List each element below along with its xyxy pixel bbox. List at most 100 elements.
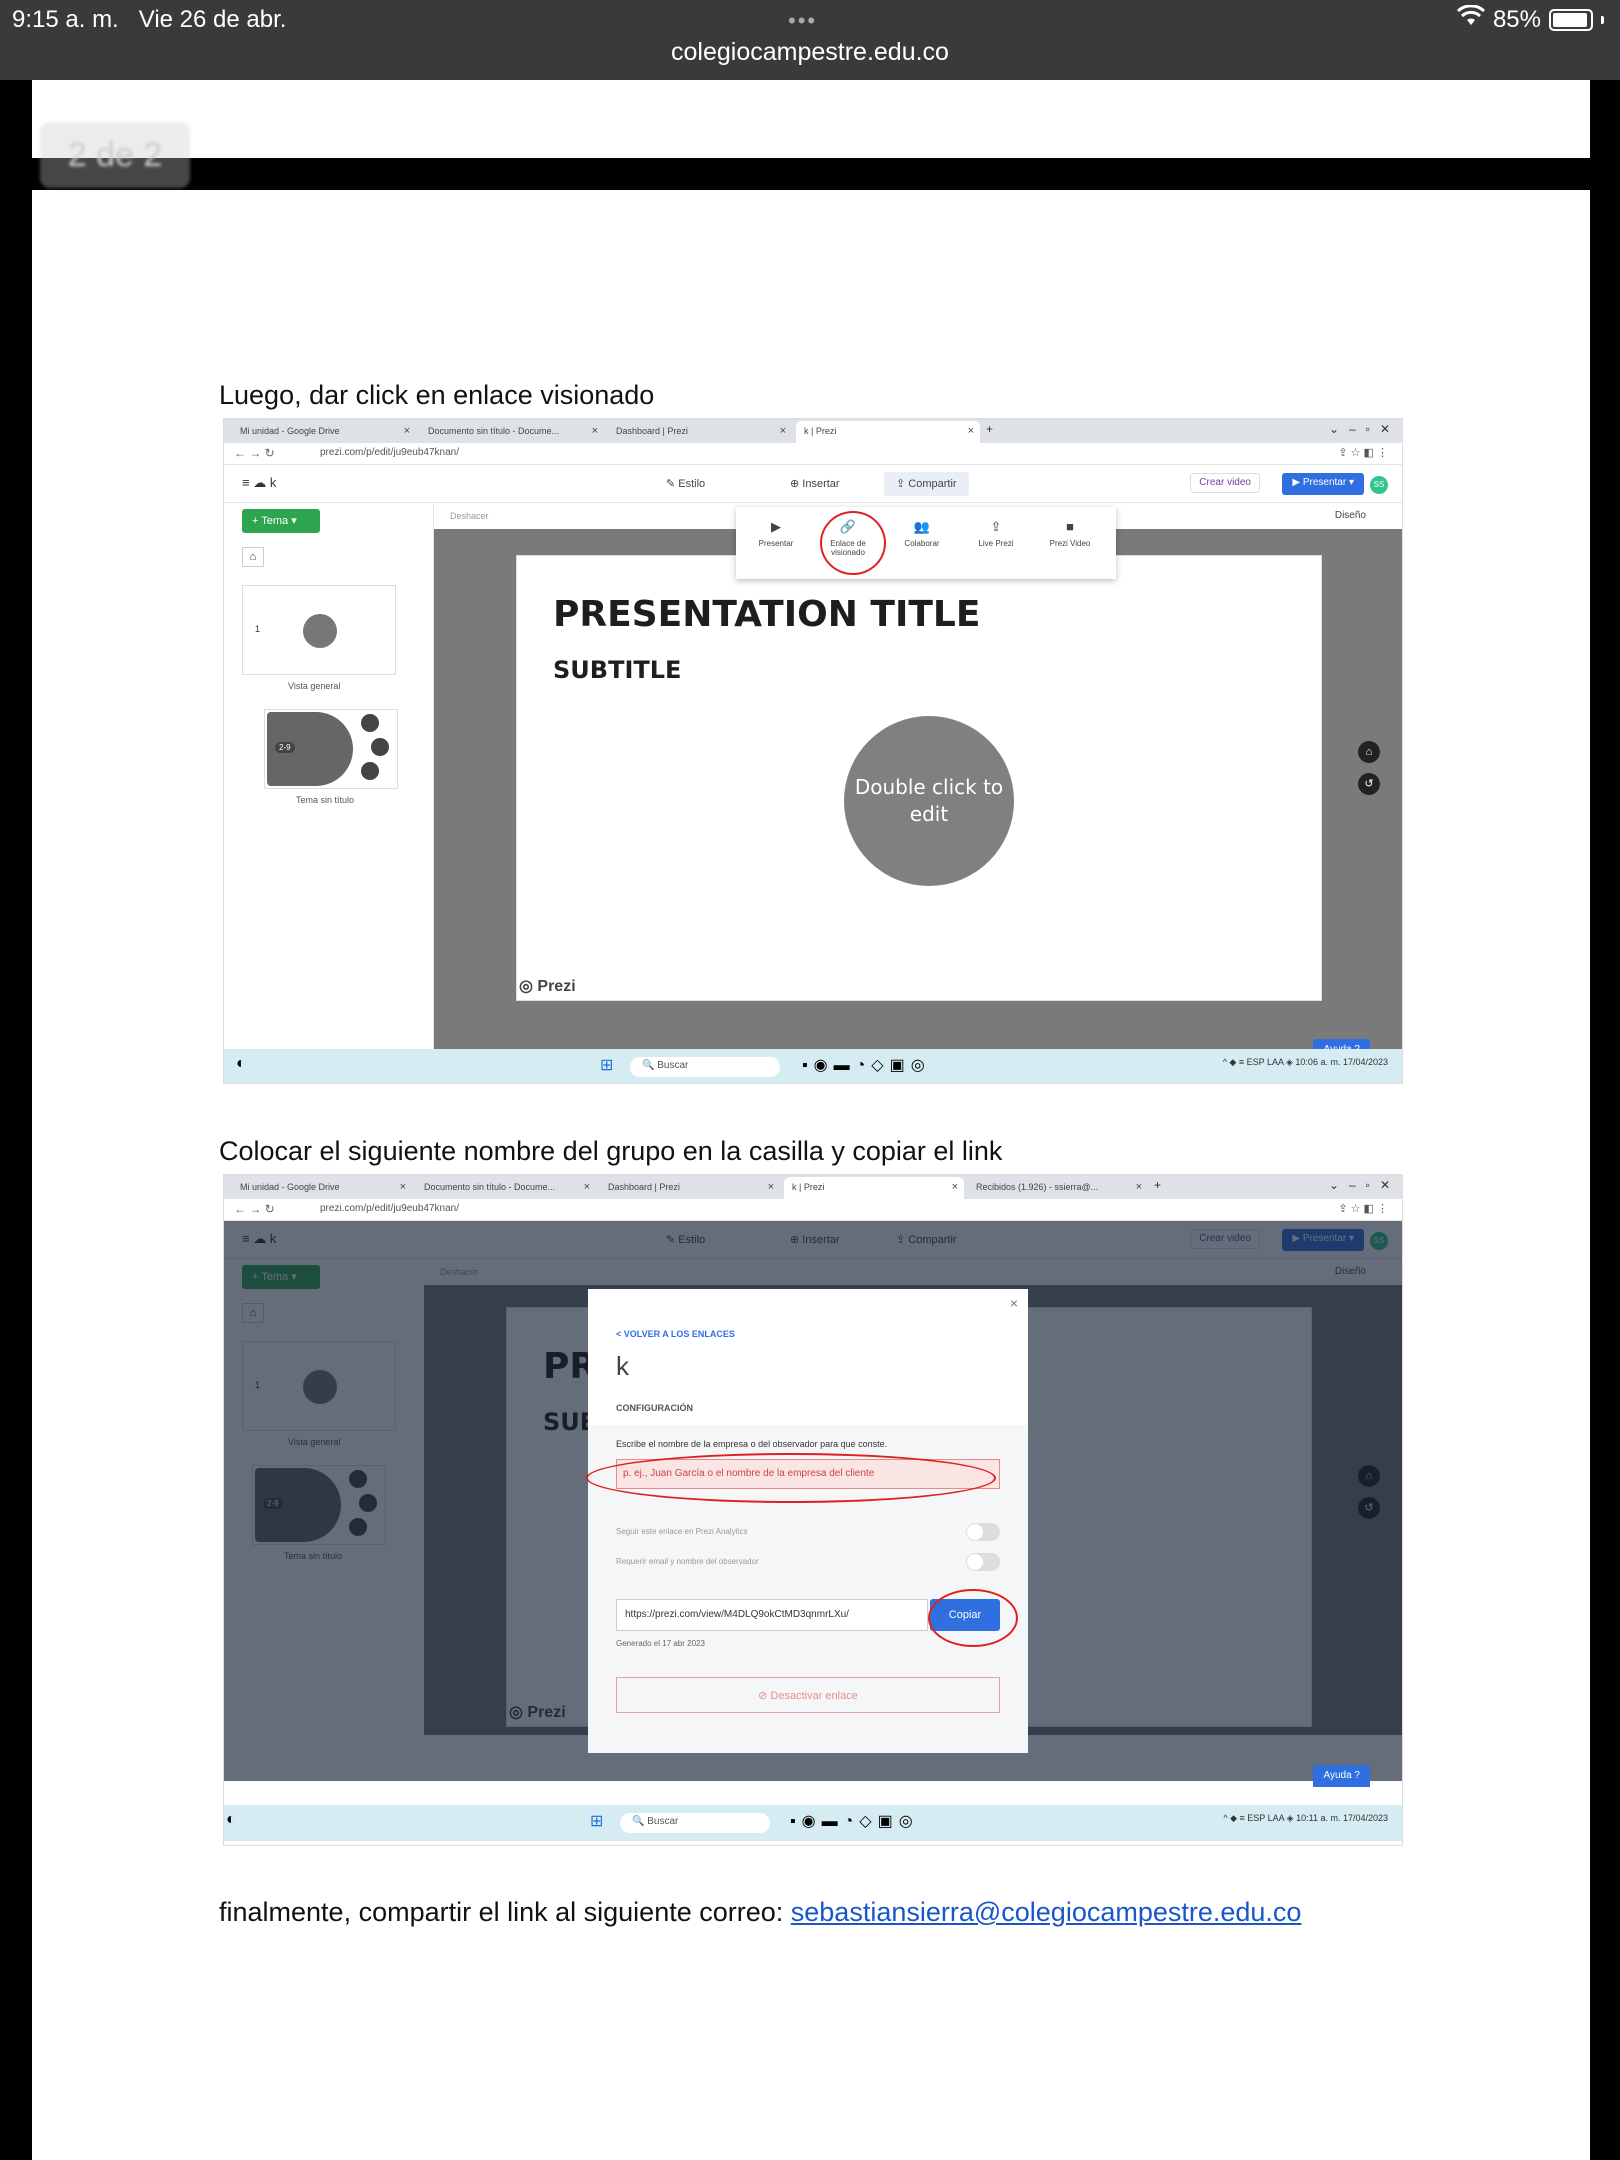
compartir-button: ⇪ Compartir	[884, 472, 969, 496]
taskbar-search: 🔍 Buscar	[620, 1813, 770, 1833]
status-right: 85%	[1456, 4, 1604, 34]
crear-video-button: Crear video	[1190, 473, 1260, 493]
address-text: prezi.com/p/edit/ju9eub47knan/	[320, 447, 459, 458]
window-controls-icon: ⌄ – ▫ ✕	[1328, 422, 1390, 436]
slide-subtitle: SUBTITLE	[553, 656, 682, 684]
tema-button: + Tema ▾	[242, 509, 320, 533]
diseno-button: Diseño	[1334, 510, 1366, 521]
ios-status-bar: 9:15 a. m. Vie 26 de abr. ••• 85% colegi…	[0, 0, 1620, 80]
analytics-toggle	[966, 1523, 1000, 1541]
presentar-button: ▶ Presentar ▾	[1282, 473, 1364, 495]
share-colaborar: 👥 Colaborar	[892, 519, 952, 548]
highlight-circle	[928, 1589, 1018, 1647]
play-icon: ▶	[771, 519, 781, 534]
window-controls-icon: ⌄ – ▫ ✕	[1328, 1178, 1390, 1192]
tab-k-prezi: k | Prezi ×	[784, 1177, 964, 1199]
thumbnail-overview: 1	[242, 585, 396, 675]
taskbar-apps-icon: ▪◉▬◔◇▣◎	[790, 1813, 919, 1830]
instruction-1: Luego, dar click en enlace visionado	[219, 380, 655, 410]
tab-dashboard: Dashboard | Prezi ×	[616, 425, 786, 437]
estilo-button: ✎ Estilo	[666, 478, 706, 490]
deactivate-link-button: ⊘ Desactivar enlace	[616, 1677, 1000, 1713]
slide-circle: Double click to edit	[844, 716, 1014, 886]
slide: PRESENTATION TITLE SUBTITLE Double click…	[516, 555, 1322, 1001]
share-presentar: ▶ Presentar	[746, 519, 806, 548]
nav-arrows-icon: ← → ↻	[234, 446, 275, 460]
tab-docs: Documento sin título - Docume... ×	[424, 1181, 590, 1193]
tab-drive: Mi unidad - Google Drive ×	[240, 1181, 406, 1193]
status-time: 9:15 a. m. Vie 26 de abr.	[12, 6, 287, 33]
video-icon: ■	[1066, 519, 1074, 534]
deshacer-button: Deshacer	[450, 511, 489, 521]
battery-percent: 85%	[1492, 5, 1541, 33]
field-label: Escribe el nombre de la empresa o del ob…	[616, 1439, 888, 1449]
modal-title: k	[616, 1351, 629, 1381]
new-tab-icon: +	[986, 422, 994, 436]
menu-icon: ≡ ☁ k	[242, 475, 277, 490]
generated-date: Generado el 17 abr 2023	[616, 1639, 705, 1648]
new-tab-icon: +	[1154, 1178, 1162, 1192]
widgets-icon: ◐	[236, 1055, 252, 1072]
broadcast-icon: ⇪	[990, 519, 1002, 534]
prezi-logo: ◎ Prezi	[519, 978, 576, 995]
instruction-3: finalmente, compartir el link al siguien…	[219, 1897, 1302, 1927]
previous-page-bottom	[32, 80, 1590, 158]
option-analytics: Seguir este enlace en Prezi Analytics	[616, 1527, 748, 1536]
share-menu: ▶ Presentar 🔗 Enlace de visionado 👥 Colabor…	[736, 507, 1116, 579]
system-tray: ^ ◆ ≡ ESP LAA ◈ 10:06 a. m. 17/04/2023	[1222, 1057, 1388, 1067]
section-heading: CONFIGURACIÓN	[616, 1403, 693, 1413]
back-to-links-link: < VOLVER A LOS ENLACES	[616, 1329, 735, 1339]
tab-docs: Documento sin título - Docume... ×	[428, 425, 598, 437]
tab-drive: Mi unidad - Google Drive ×	[240, 425, 410, 437]
screenshot-prezi-share: Mi unidad - Google Drive × Documento sin …	[223, 418, 1403, 1084]
taskbar-search: 🔍 Buscar	[630, 1057, 780, 1077]
nav-arrows-icon: ← → ↻	[234, 1202, 275, 1216]
address-text: prezi.com/p/edit/ju9eub47knan/	[320, 1203, 459, 1214]
canvas-area: Deshacer Diseño PRESENTATION TITLE SUBTI…	[434, 503, 1402, 1061]
highlight-circle	[586, 1453, 996, 1503]
windows-taskbar: ◐ ⊞ 🔍 Buscar ▪◉▬◔◇▣◎ ^ ◆ ≡ ESP LAA ◈ 10:…	[224, 1049, 1402, 1083]
tab-dashboard: Dashboard | Prezi ×	[608, 1181, 774, 1193]
home-icon: ⌂	[242, 547, 264, 567]
people-icon: 👥	[913, 519, 931, 534]
insertar-button: ⊕ Insertar	[790, 478, 840, 490]
page-indicator: 2 de 2	[40, 122, 190, 188]
multitask-dots-icon[interactable]: •••	[788, 8, 817, 34]
require-email-toggle	[966, 1553, 1000, 1571]
option-require-email: Requerir email y nombre del observador	[616, 1557, 759, 1566]
windows-start-icon: ⊞	[590, 1813, 610, 1830]
browser-address-bar: ← → ↻ prezi.com/p/edit/ju9eub47knan/ ⇪ ☆…	[224, 1199, 1402, 1221]
wifi-icon	[1456, 4, 1485, 34]
browser-actions-icon: ⇪ ☆ ◧ ⋮	[1338, 1203, 1388, 1215]
prezi-toolbar: ≡ ☁ k ✎ Estilo ⊕ Insertar ⇪ Compartir Cr…	[224, 465, 1402, 503]
widgets-icon: ◐	[226, 1811, 242, 1828]
tab-k-prezi: k | Prezi ×	[796, 421, 980, 443]
browser-tabs: Mi unidad - Google Drive × Documento sin …	[224, 419, 1402, 443]
slides-sidebar: + Tema ▾ ⌂ 1 Vista general 2-9 Tema sin …	[224, 503, 434, 1061]
tab-gmail: Recibidos (1.926) - ssierra@... ×	[976, 1181, 1142, 1193]
thumbnail-topic: 2-9	[264, 709, 398, 789]
screenshot-prezi-link-config: Mi unidad - Google Drive × Documento sin …	[223, 1174, 1403, 1846]
link-config-modal: × < VOLVER A LOS ENLACES k CONFIGURACIÓN…	[588, 1289, 1028, 1753]
thumbnail-caption: Vista general	[288, 681, 341, 691]
email-link[interactable]: sebastiansierra@colegiocampestre.edu.co	[791, 1897, 1302, 1927]
share-prezi-video: ■ Prezi Video	[1040, 519, 1100, 548]
ayuda-button: Ayuda ?	[1313, 1765, 1370, 1787]
avatar: SS	[1370, 476, 1388, 494]
thumbnail-caption: Tema sin título	[296, 795, 355, 805]
browser-tabs: Mi unidad - Google Drive × Documento sin …	[224, 1175, 1402, 1199]
slide-title: PRESENTATION TITLE	[553, 594, 981, 635]
browser-actions-icon: ⇪ ☆ ◧ ⋮	[1338, 447, 1388, 459]
share-live-prezi: ⇪ Live Prezi	[966, 519, 1026, 548]
instruction-2: Colocar el siguiente nombre del grupo en…	[219, 1136, 1003, 1166]
address-bar[interactable]: colegiocampestre.edu.co	[0, 38, 1620, 67]
system-tray: ^ ◆ ≡ ESP LAA ◈ 10:11 a. m. 17/04/2023	[1223, 1813, 1388, 1823]
back-nav-icon: ↺	[1358, 773, 1380, 795]
share-link-field: https://prezi.com/view/M4DLQ9okCtMD3qnmr…	[616, 1599, 928, 1631]
close-icon: ×	[1009, 1295, 1018, 1311]
home-nav-icon: ⌂	[1358, 741, 1380, 763]
taskbar-apps-icon: ▪◉▬◔◇▣◎	[802, 1057, 931, 1074]
windows-taskbar: ◐ ⊞ 🔍 Buscar ▪◉▬◔◇▣◎ ^ ◆ ≡ ESP LAA ◈ 10:…	[224, 1805, 1402, 1841]
browser-address-bar: ← → ↻ prezi.com/p/edit/ju9eub47knan/ ⇪ ☆…	[224, 443, 1402, 465]
windows-start-icon: ⊞	[600, 1057, 620, 1074]
